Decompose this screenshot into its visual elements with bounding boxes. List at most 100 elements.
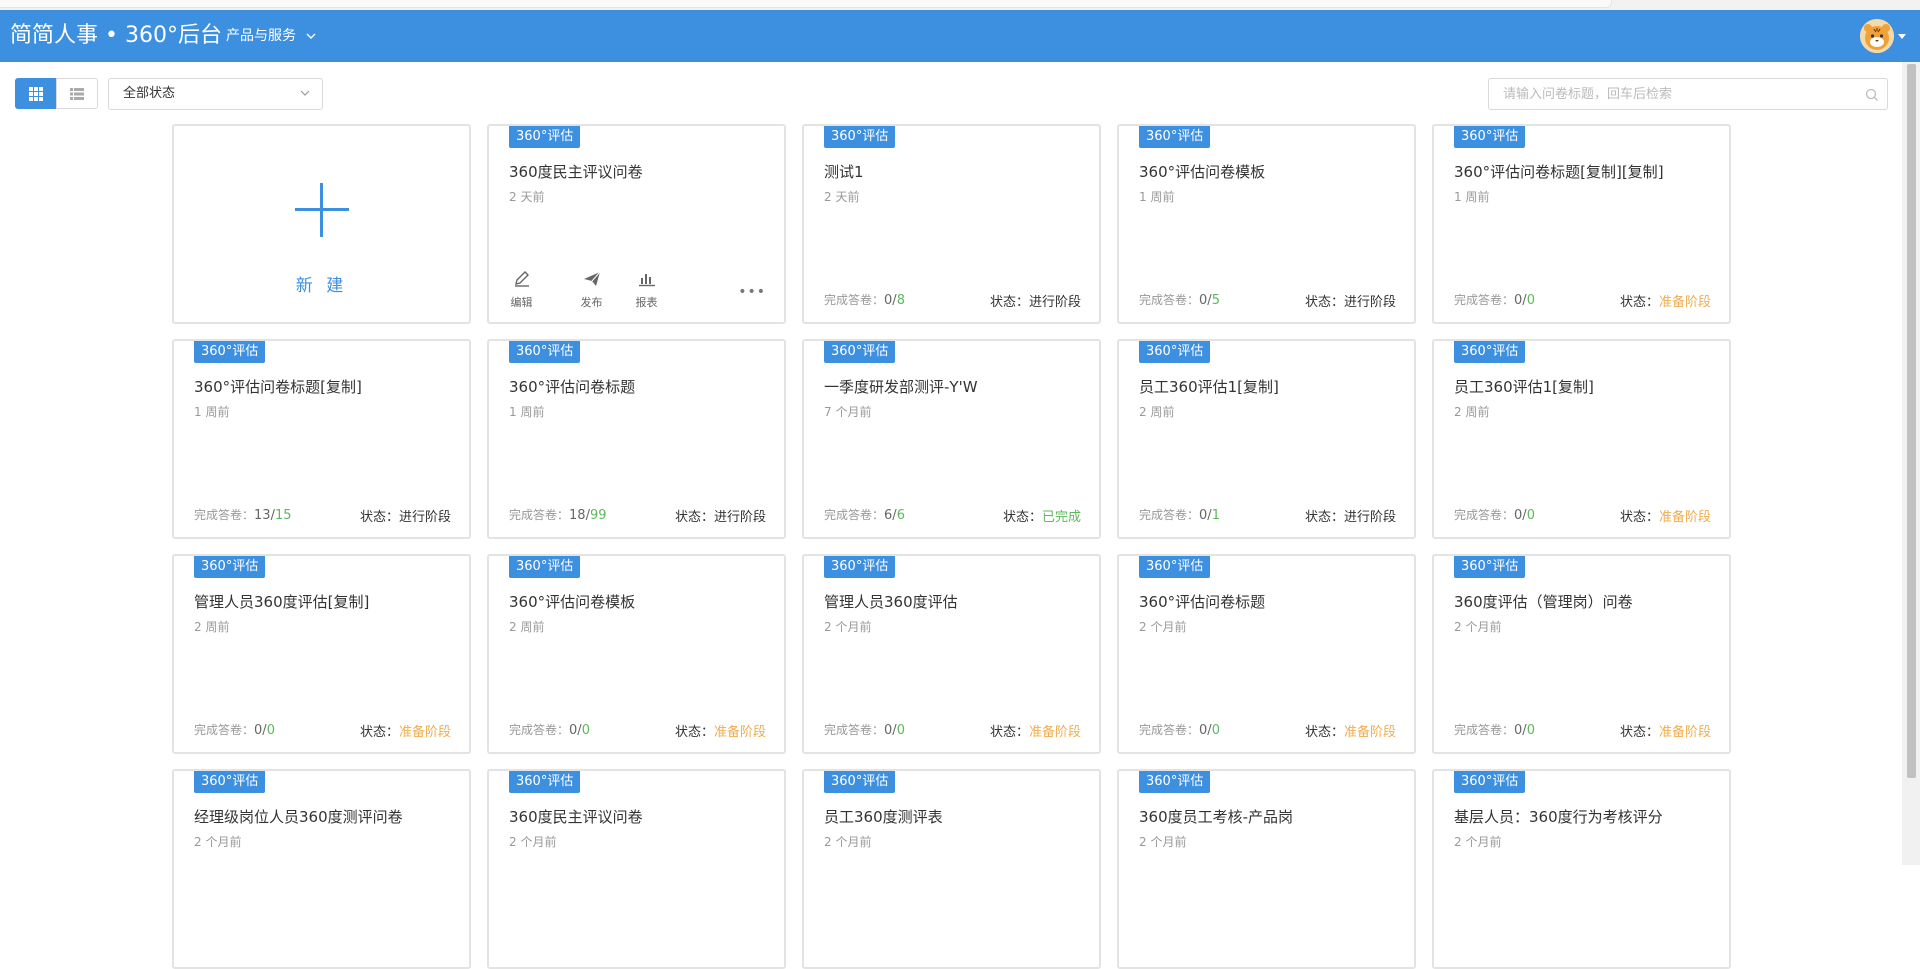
survey-title[interactable]: 员工360度测评表 xyxy=(824,806,1085,827)
survey-status: 状态：已完成 xyxy=(1003,506,1081,525)
survey-card[interactable]: 360°评估 360°评估问卷标题 2 个月前 完成答卷：0/0 状态：准备阶段 xyxy=(1117,554,1416,754)
category-tag: 360°评估 xyxy=(509,556,581,578)
list-view-button[interactable] xyxy=(56,78,98,109)
survey-card[interactable]: 360°评估 360度民主评议问卷 2 个月前 xyxy=(487,769,786,969)
survey-title[interactable]: 360°评估问卷模板 xyxy=(1139,161,1400,182)
survey-status: 状态：进行阶段 xyxy=(1305,291,1396,310)
survey-card[interactable]: 360°评估 360度民主评议问卷 2 天前 编辑 发布 报表 ••• xyxy=(487,124,786,324)
new-survey-card[interactable]: 新 建 xyxy=(172,124,471,324)
card-actions: 编辑 发布 报表 xyxy=(509,271,674,310)
completion-count: 完成答卷：0/5 xyxy=(1139,293,1220,308)
total-count: 0 xyxy=(1526,293,1535,308)
user-avatar[interactable] xyxy=(1860,19,1894,53)
survey-title[interactable]: 360度民主评议问卷 xyxy=(509,161,770,182)
category-tag: 360°评估 xyxy=(509,341,581,363)
grid-view-button[interactable] xyxy=(15,78,57,109)
more-options-icon[interactable]: ••• xyxy=(738,284,766,300)
updated-time: 2 个月前 xyxy=(509,835,557,849)
total-count: 0 xyxy=(581,723,590,738)
survey-status: 状态：准备阶段 xyxy=(1620,506,1711,525)
edit-button[interactable]: 编辑 xyxy=(509,271,534,310)
survey-card[interactable]: 360°评估 测试1 2 天前 完成答卷：0/8 状态：进行阶段 xyxy=(802,124,1101,324)
survey-card[interactable]: 360°评估 360°评估问卷标题 1 周前 完成答卷：18/99 状态：进行阶段 xyxy=(487,339,786,539)
survey-title[interactable]: 员工360评估1[复制] xyxy=(1454,376,1715,397)
completion-label: 完成答卷： xyxy=(194,508,255,522)
survey-title[interactable]: 经理级岗位人员360度测评问卷 xyxy=(194,806,455,827)
search-icon[interactable] xyxy=(1865,87,1879,106)
search-input[interactable] xyxy=(1489,79,1849,109)
survey-status: 状态：准备阶段 xyxy=(675,721,766,740)
action-label: 报表 xyxy=(635,296,658,309)
survey-title[interactable]: 360度员工考核-产品岗 xyxy=(1139,806,1400,827)
survey-title[interactable]: 管理人员360度评估[复制] xyxy=(194,591,455,612)
survey-card-grid: 新 建 360°评估 360度民主评议问卷 2 天前 编辑 发布 报表 ••• 360°评估测… xyxy=(172,124,1736,969)
completion-count: 完成答卷：18/99 xyxy=(509,508,607,523)
updated-time: 1 周前 xyxy=(194,405,230,419)
report-button[interactable]: 报表 xyxy=(619,271,674,310)
survey-card[interactable]: 360°评估 360度员工考核-产品岗 2 个月前 xyxy=(1117,769,1416,969)
survey-title[interactable]: 360°评估问卷标题[复制] xyxy=(194,376,455,397)
total-count: 1 xyxy=(1211,508,1220,523)
completion-count: 完成答卷：6/6 xyxy=(824,508,905,523)
survey-title[interactable]: 360°评估问卷标题[复制][复制] xyxy=(1454,161,1715,182)
products-services-label: 产品与服务 xyxy=(226,28,296,44)
survey-card[interactable]: 360°评估 管理人员360度评估[复制] 2 周前 完成答卷：0/0 状态：准备阶段 xyxy=(172,554,471,754)
survey-card[interactable]: 360°评估 360°评估问卷标题[复制][复制] 1 周前 完成答卷：0/0 状态：准… xyxy=(1432,124,1731,324)
category-tag: 360°评估 xyxy=(824,126,896,148)
status-value: 进行阶段 xyxy=(1028,295,1081,310)
survey-status: 状态：准备阶段 xyxy=(360,721,451,740)
survey-title[interactable]: 360°评估问卷标题 xyxy=(1139,591,1400,612)
category-tag: 360°评估 xyxy=(1139,126,1211,148)
survey-title[interactable]: 管理人员360度评估 xyxy=(824,591,1085,612)
action-label: 编辑 xyxy=(510,296,533,309)
survey-card[interactable]: 360°评估 360度评估（管理岗）问卷 2 个月前 完成答卷：0/0 状态：准备阶段 xyxy=(1432,554,1731,754)
survey-card[interactable]: 360°评估 员工360度测评表 2 个月前 xyxy=(802,769,1101,969)
survey-title[interactable]: 测试1 xyxy=(824,161,1085,182)
survey-card[interactable]: 360°评估 基层人员：360度行为考核评分 2 个月前 xyxy=(1432,769,1731,969)
bar-chart-icon xyxy=(638,271,656,291)
survey-card[interactable]: 360°评估 360°评估问卷模板 1 周前 完成答卷：0/5 状态：进行阶段 xyxy=(1117,124,1416,324)
completed-count: 18 xyxy=(569,508,586,523)
survey-title[interactable]: 360°评估问卷模板 xyxy=(509,591,770,612)
status-value: 进行阶段 xyxy=(713,510,766,525)
grid-icon xyxy=(29,86,43,101)
survey-card[interactable]: 360°评估 管理人员360度评估 2 个月前 完成答卷：0/0 状态：准备阶段 xyxy=(802,554,1101,754)
status-label: 状态： xyxy=(989,295,1029,310)
category-tag: 360°评估 xyxy=(824,341,896,363)
status-label: 状态： xyxy=(1619,295,1659,310)
category-tag: 360°评估 xyxy=(509,771,581,793)
survey-title[interactable]: 360°评估问卷标题 xyxy=(509,376,770,397)
search-box xyxy=(1488,78,1888,110)
updated-time: 2 个月前 xyxy=(1454,835,1502,849)
survey-card[interactable]: 360°评估 员工360评估1[复制] 2 周前 完成答卷：0/0 状态：准备阶段 xyxy=(1432,339,1731,539)
survey-title[interactable]: 一季度研发部测评-Y'W xyxy=(824,376,1085,397)
updated-time: 1 周前 xyxy=(1454,190,1490,204)
updated-time: 2 个月前 xyxy=(824,835,872,849)
total-count: 0 xyxy=(266,723,275,738)
products-services-menu[interactable]: 产品与服务 xyxy=(226,10,316,62)
scrollbar-thumb[interactable] xyxy=(1907,64,1916,778)
avatar-caret-icon[interactable] xyxy=(1898,34,1906,39)
status-label: 状态： xyxy=(1619,725,1659,740)
status-label: 状态： xyxy=(1002,510,1042,525)
status-value: 准备阶段 xyxy=(1658,725,1711,740)
survey-title[interactable]: 员工360评估1[复制] xyxy=(1139,376,1400,397)
survey-card[interactable]: 360°评估 经理级岗位人员360度测评问卷 2 个月前 xyxy=(172,769,471,969)
new-survey-label: 新 建 xyxy=(295,276,348,296)
completion-label: 完成答卷： xyxy=(1139,508,1200,522)
survey-title[interactable]: 360度民主评议问卷 xyxy=(509,806,770,827)
publish-button[interactable]: 发布 xyxy=(564,271,619,310)
survey-card[interactable]: 360°评估 员工360评估1[复制] 2 周前 完成答卷：0/1 状态：进行阶段 xyxy=(1117,339,1416,539)
vertical-scrollbar[interactable] xyxy=(1902,62,1920,865)
category-tag: 360°评估 xyxy=(194,556,266,578)
survey-card[interactable]: 360°评估 360°评估问卷模板 2 周前 完成答卷：0/0 状态：准备阶段 xyxy=(487,554,786,754)
survey-title[interactable]: 基层人员：360度行为考核评分 xyxy=(1454,806,1715,827)
status-filter-select[interactable]: 全部状态 xyxy=(108,78,323,110)
plus-icon xyxy=(295,183,349,237)
completion-count: 完成答卷：0/0 xyxy=(1454,508,1535,523)
survey-title[interactable]: 360度评估（管理岗）问卷 xyxy=(1454,591,1715,612)
survey-card[interactable]: 360°评估 360°评估问卷标题[复制] 1 周前 完成答卷：13/15 状态：进行阶… xyxy=(172,339,471,539)
toolbar: 全部状态 xyxy=(0,62,1920,122)
survey-card[interactable]: 360°评估 一季度研发部测评-Y'W 7 个月前 完成答卷：6/6 状态：已完成 xyxy=(802,339,1101,539)
status-label: 状态： xyxy=(1619,510,1659,525)
